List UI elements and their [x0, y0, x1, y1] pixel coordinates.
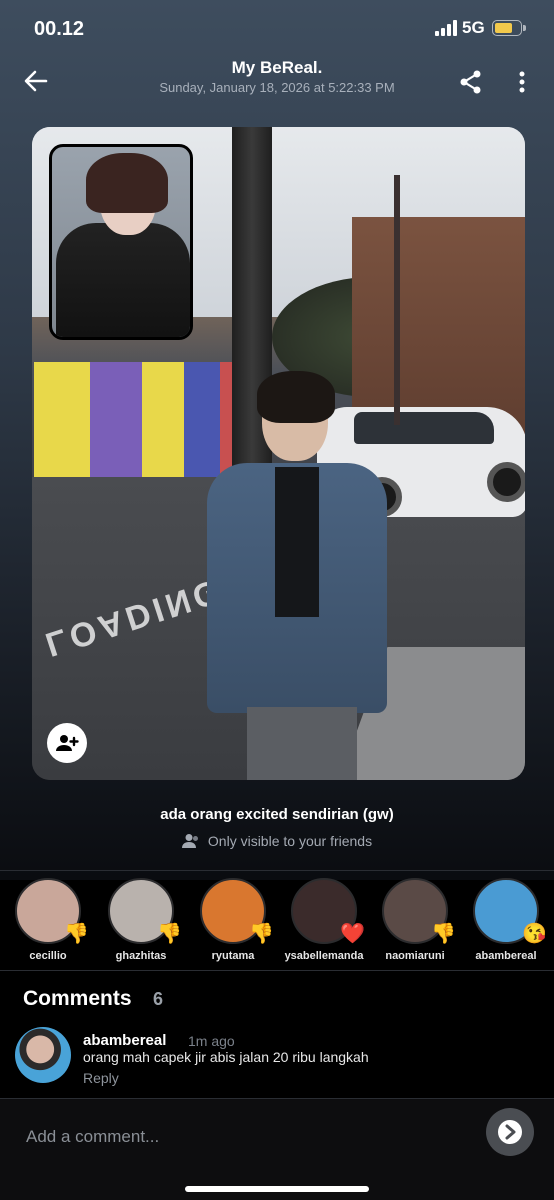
comment-text: orang mah capek jir abis jalan 20 ribu l…	[83, 1049, 369, 1065]
comments-count: 6	[153, 989, 164, 1009]
thumbs-down-icon: 👎	[64, 923, 89, 945]
status-bar: 00.12 5G	[0, 0, 554, 58]
avatar: 👎	[200, 878, 274, 944]
divider	[0, 1098, 554, 1099]
friends-icon	[181, 833, 200, 852]
reaction-item[interactable]: 👎 ryutama	[187, 878, 279, 962]
reply-button[interactable]: Reply	[83, 1070, 119, 1086]
battery-icon	[492, 20, 526, 36]
visibility-note: Only visible to your friends	[0, 833, 554, 852]
more-options-button[interactable]	[512, 69, 532, 95]
reaction-username: ysabellemanda	[284, 950, 364, 962]
add-person-icon	[56, 735, 79, 751]
avatar: 👎	[108, 878, 182, 944]
avatar: 👎	[15, 878, 89, 944]
visibility-label: Only visible to your friends	[207, 833, 373, 849]
send-icon	[498, 1120, 522, 1144]
share-icon	[460, 70, 481, 94]
thumbs-down-icon: 👎	[249, 923, 274, 945]
avatar[interactable]	[15, 1027, 71, 1083]
reaction-item[interactable]: 😘 abambereal	[460, 878, 552, 962]
front-camera-photo[interactable]	[49, 144, 193, 340]
divider	[0, 870, 554, 871]
reaction-username: cecillio	[29, 950, 67, 962]
realmoji-reactions: 👎 cecillio 👎 ghazhitas 👎 ryutama ❤️ ysab…	[0, 872, 554, 970]
status-time: 00.12	[34, 18, 85, 40]
comment-time: 1m ago	[188, 1033, 235, 1049]
photo-car-wheel	[487, 462, 525, 502]
comment-item: abambereal 1m ago orang mah capek jir ab…	[15, 1026, 535, 1090]
comment-username[interactable]: abambereal	[83, 1032, 166, 1049]
reaction-username: ryutama	[211, 950, 255, 962]
signal-icon	[435, 20, 457, 36]
avatar: ❤️	[291, 878, 365, 944]
comment-composer	[0, 1098, 554, 1200]
thumbs-down-icon: 👎	[157, 923, 182, 945]
share-button[interactable]	[458, 69, 484, 95]
more-vertical-icon	[519, 71, 525, 93]
heart-icon: ❤️	[340, 923, 365, 945]
avatar: 👎	[382, 878, 456, 944]
reaction-item[interactable]: 👎 cecillio	[2, 878, 94, 962]
thumbs-down-icon: 👎	[431, 923, 456, 945]
reaction-item[interactable]: 👎 ghazhitas	[95, 878, 187, 962]
header: My BeReal. Sunday, January 18, 2026 at 5…	[0, 55, 554, 105]
reaction-username: abambereal	[475, 950, 537, 962]
reaction-username: ghazhitas	[115, 950, 167, 962]
send-button[interactable]	[486, 1108, 534, 1156]
home-indicator	[185, 1186, 369, 1192]
photo-pole	[394, 175, 400, 425]
reaction-item[interactable]: ❤️ ysabellemanda	[278, 878, 370, 962]
comment-input[interactable]	[26, 1124, 466, 1150]
kiss-icon: 😘	[522, 923, 547, 945]
comments-heading: Comments	[23, 987, 132, 1010]
divider	[0, 970, 554, 971]
avatar: 😘	[473, 878, 547, 944]
network-label: 5G	[462, 18, 485, 37]
photo-person	[207, 371, 387, 780]
tag-friends-button[interactable]	[47, 723, 87, 763]
post-caption: ada orang excited sendirian (gw)	[160, 806, 394, 823]
reaction-username: naomiaruni	[385, 950, 445, 962]
reaction-item[interactable]: 👎 naomiaruni	[369, 878, 461, 962]
